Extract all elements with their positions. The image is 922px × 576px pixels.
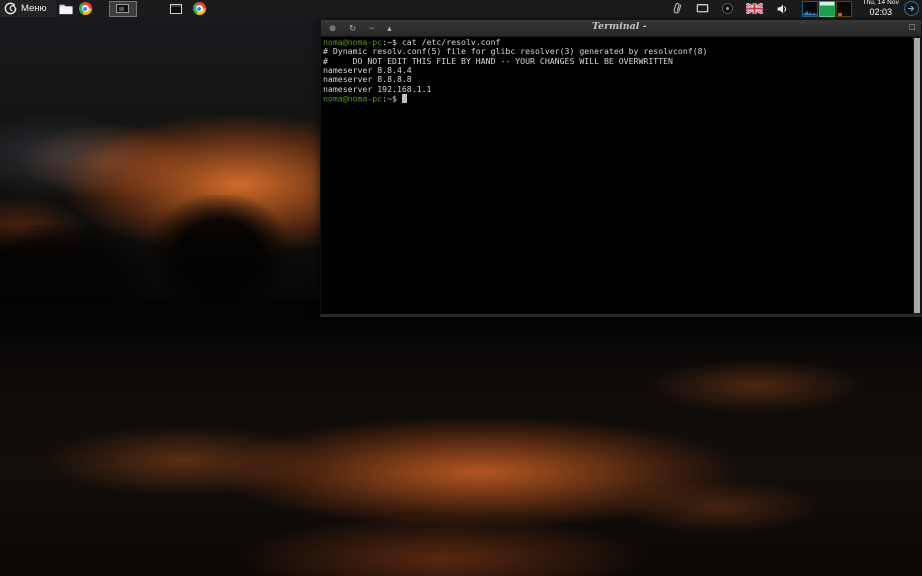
folder-icon (59, 3, 73, 15)
system-tray (669, 2, 792, 15)
screen: Меню (0, 0, 922, 576)
chrome-icon (79, 2, 92, 15)
menu-label: Меню (21, 3, 47, 14)
memory-graph (819, 1, 835, 17)
close-window-icon[interactable]: ⊗ (329, 24, 336, 33)
chrome-icon (193, 2, 206, 15)
terminal-icon (170, 4, 182, 14)
panel-action-button[interactable] (904, 1, 919, 16)
keyboard-layout-indicator[interactable] (746, 3, 763, 14)
chrome-launcher[interactable] (79, 2, 92, 15)
uk-flag-icon (746, 3, 763, 14)
taskbar-terminal-button[interactable] (170, 4, 182, 14)
taskbar-button-active[interactable] (109, 1, 137, 17)
arrow-right-icon (907, 4, 916, 13)
top-panel: Меню (0, 0, 922, 17)
display-icon (696, 3, 709, 14)
paperclip-icon (672, 2, 683, 15)
network-graph (836, 1, 852, 17)
distro-swirl-icon (4, 2, 17, 15)
terminal-scrollbar[interactable] (913, 37, 921, 314)
window-title: Terminal - (592, 21, 647, 32)
tree-silhouette (150, 195, 290, 310)
minimize-window-icon[interactable]: − (369, 24, 374, 33)
record-tray-item[interactable] (722, 3, 733, 14)
panel-clock[interactable]: Thu, 14 Nov 02:03 (862, 0, 899, 17)
display-tray-item[interactable] (696, 3, 709, 14)
taskbar-chrome-button[interactable] (193, 2, 206, 15)
shade-window-icon[interactable]: ▴ (387, 24, 391, 33)
terminal-body[interactable]: noma@noma-pc:~$ cat /etc/resolv.conf# Dy… (321, 37, 921, 314)
volume-tray-item[interactable] (776, 3, 789, 15)
maximize-window-icon[interactable]: □ (910, 22, 915, 32)
record-circle-icon (722, 3, 733, 14)
system-monitor-widget[interactable] (802, 1, 853, 17)
menu-button[interactable]: Меню (0, 0, 56, 17)
terminal-output: noma@noma-pc:~$ cat /etc/resolv.conf# Dy… (323, 38, 911, 314)
file-manager-launcher[interactable] (59, 3, 73, 15)
clipboard-tray-item[interactable] (672, 2, 683, 15)
terminal-titlebar[interactable]: ⊗ ↻ − ▴ Terminal - □ (321, 20, 921, 37)
window-controls: ⊗ ↻ − ▴ (329, 24, 392, 33)
cpu-graph (802, 1, 818, 17)
taskbar-window-group (167, 2, 209, 15)
speaker-icon (776, 3, 789, 15)
scrollbar-thumb[interactable] (914, 38, 920, 313)
sticky-window-icon[interactable]: ↻ (349, 24, 356, 33)
clock-date: Thu, 14 Nov (862, 0, 899, 7)
clock-time: 02:03 (869, 8, 892, 17)
image-window-icon (116, 4, 129, 13)
terminal-window: ⊗ ↻ − ▴ Terminal - □ noma@noma-pc:~$ cat… (320, 19, 922, 317)
